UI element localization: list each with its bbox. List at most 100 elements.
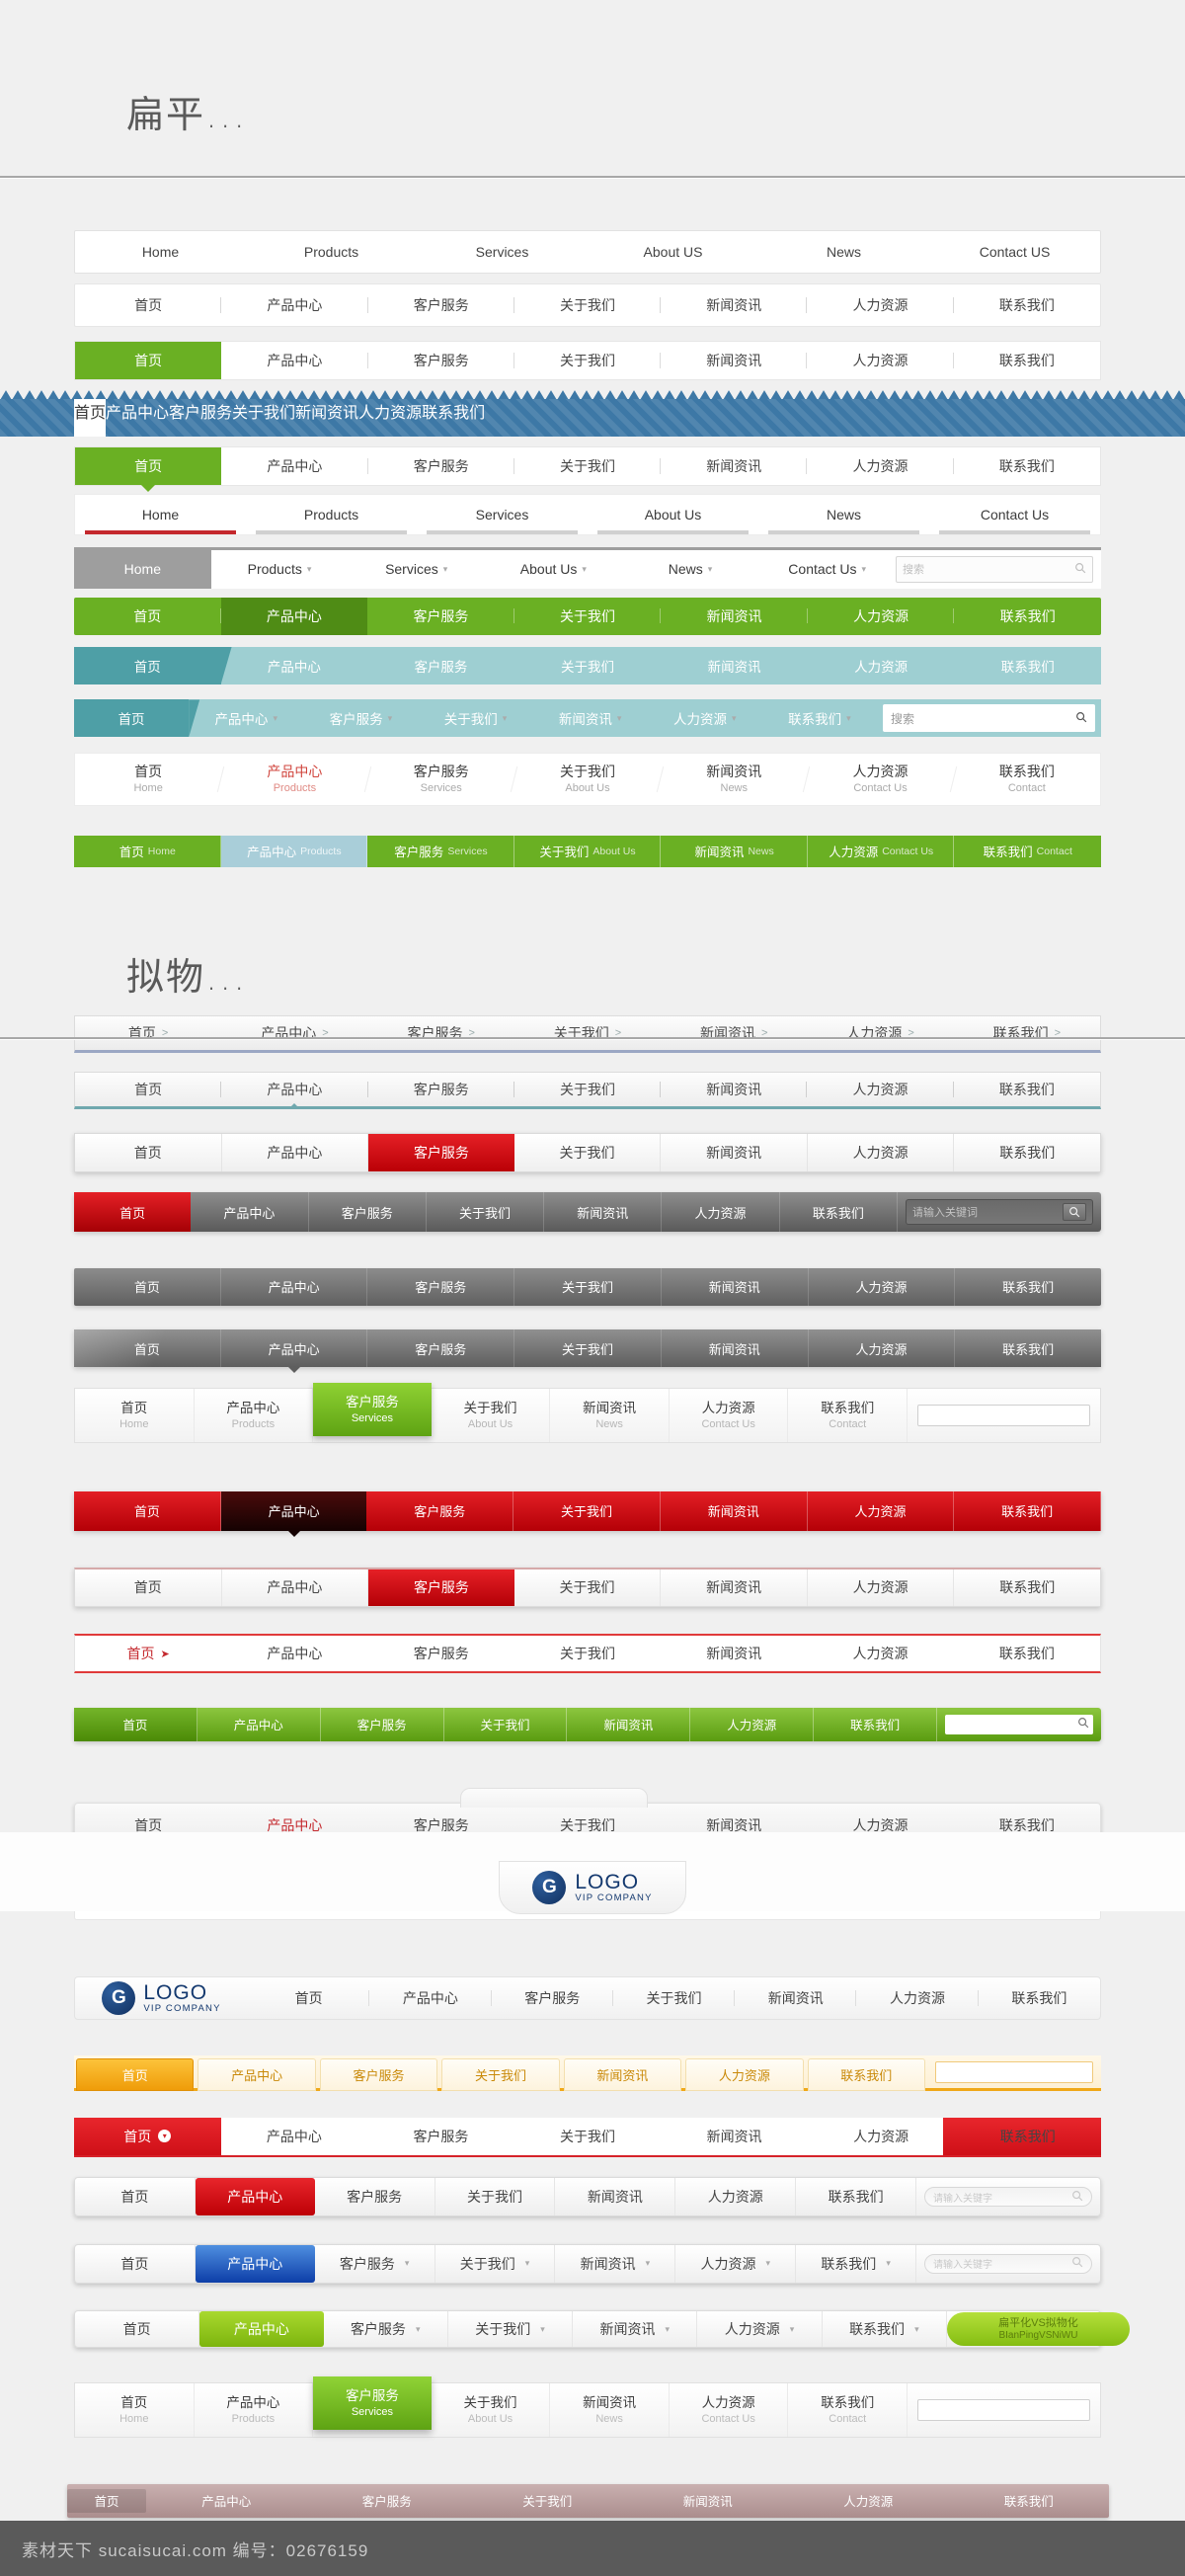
nav-item-4[interactable]: 关于我们	[427, 1192, 545, 1233]
nav-item-7[interactable]: 联系我们	[954, 447, 1100, 485]
nav-item-5[interactable]: 新闻资讯	[567, 1707, 691, 1741]
search-icon[interactable]	[1074, 562, 1086, 577]
nav-item-5[interactable]: 新闻资讯	[295, 399, 358, 437]
nav-item-4[interactable]: 关于我们	[514, 1329, 662, 1368]
nav-item-6[interactable]: 人力资源 Contact Us	[670, 2383, 789, 2438]
nav-item-7[interactable]: 联系我们	[814, 1707, 938, 1741]
nav-item-3[interactable]: 客户服务	[309, 1192, 427, 1233]
nav-item-7[interactable]: 联系我们 Contact	[954, 754, 1100, 805]
search-icon[interactable]	[1077, 1716, 1089, 1733]
nav-item-4[interactable]: 关于我们	[444, 1707, 568, 1741]
nav-item-3[interactable]: 客户服务	[368, 447, 515, 485]
nav-item-2[interactable]: 产品中心	[221, 1267, 368, 1306]
search-box[interactable]: 请输入关键字	[924, 2187, 1093, 2208]
nav-item-1[interactable]: 首页	[74, 1707, 198, 1741]
nav-item-2[interactable]: 产品中心	[220, 1490, 367, 1537]
nav-item-2[interactable]: 产品中心 Products	[195, 1388, 314, 1442]
nav-item-1[interactable]: 首页	[74, 399, 107, 438]
nav-item-2[interactable]: 产品中心	[221, 447, 368, 485]
nav-item-2[interactable]: Products	[246, 231, 417, 273]
search-icon[interactable]	[1075, 711, 1087, 726]
nav-item-6[interactable]: 人力资源	[808, 647, 955, 684]
nav-item-1[interactable]: 首页	[74, 1329, 221, 1368]
nav-item-6[interactable]: 人力资源	[807, 284, 954, 326]
nav-item-6[interactable]: 人力资源 >	[807, 1016, 953, 1050]
nav-item-4[interactable]: 关于我们	[514, 1490, 661, 1531]
nav-item-3[interactable]: 客户服务	[368, 1073, 515, 1106]
nav-item-7[interactable]: 联系我们	[954, 1636, 1100, 1671]
nav-item-1[interactable]: 首页 Home	[75, 1388, 195, 1442]
nav-item-6[interactable]: 人力资源 Contact Us	[670, 1388, 789, 1442]
nav-item-4[interactable]: 关于我们	[232, 399, 295, 437]
nav-item-7[interactable]: 联系我们	[954, 647, 1101, 684]
nav-item-2[interactable]: 产品中心	[198, 1707, 321, 1741]
search-icon[interactable]	[1071, 2190, 1083, 2205]
nav-item-6[interactable]: 人力资源	[808, 2118, 955, 2155]
nav-item-2[interactable]: 产品中心	[191, 1192, 309, 1233]
nav-item-2[interactable]: 产品中心	[146, 2484, 307, 2518]
nav-item-5[interactable]: News	[758, 231, 929, 273]
nav-item-2[interactable]: 产品中心	[221, 1636, 367, 1671]
nav-item-4[interactable]: 关于我们 ▾	[448, 2311, 574, 2348]
nav-item-3[interactable]: 客户服务 Services	[368, 754, 514, 805]
nav-item-1[interactable]: 首页	[75, 447, 222, 493]
nav-item-3[interactable]: 客户服务	[492, 1977, 614, 2019]
nav-item-5[interactable]: 新闻资讯 >	[661, 1016, 807, 1050]
nav-item-6[interactable]: 人力资源	[809, 1329, 956, 1368]
nav-item-1[interactable]: 首页	[75, 1133, 222, 1171]
nav-item-6[interactable]: Contact Us	[929, 495, 1100, 535]
nav-item-6[interactable]: 人力资源	[808, 1490, 955, 1531]
nav-item-1[interactable]: 首页	[74, 1192, 192, 1233]
nav-item-7[interactable]: 联系我们	[949, 2484, 1110, 2518]
nav-item-2[interactable]: 产品中心 Products	[221, 754, 367, 805]
nav-item-7[interactable]: 联系我们	[954, 342, 1100, 379]
nav-item-7[interactable]: 联系我们	[955, 1329, 1101, 1367]
nav-item-5[interactable]: 新闻资讯 News	[550, 2383, 670, 2438]
nav-item-1[interactable]: 首页	[75, 284, 222, 326]
nav-item-2[interactable]: 产品中心	[221, 2118, 368, 2155]
search-input[interactable]	[917, 2399, 1091, 2422]
nav-item-7[interactable]: 联系我们	[954, 1073, 1100, 1106]
nav-item-6[interactable]: 人力资源	[358, 399, 422, 437]
search-input[interactable]: 搜索	[903, 561, 924, 577]
nav-item-2[interactable]: 产品中心	[199, 2311, 324, 2348]
nav-item-4[interactable]: 关于我们	[514, 647, 662, 684]
nav-item-3[interactable]: 客户服务	[368, 284, 515, 326]
nav-item-3[interactable]: 客户服务	[321, 1707, 444, 1741]
nav-item-3[interactable]: 客户服务	[367, 1267, 515, 1306]
nav-item-4[interactable]: 关于我们	[514, 342, 662, 379]
nav-item-1[interactable]: 首页	[75, 1569, 222, 1606]
nav-item-5[interactable]: 新闻资讯	[661, 284, 808, 326]
nav-item-7[interactable]: 联系我们	[979, 1977, 1100, 2019]
nav-item-4[interactable]: 关于我们	[514, 1636, 661, 1671]
nav-item-2[interactable]: 产品中心 Products	[195, 2383, 314, 2438]
nav-item-5[interactable]: 新闻资讯 ▾	[573, 2311, 698, 2348]
nav-item-2[interactable]: 产品中心	[222, 1133, 369, 1171]
nav-item-1[interactable]: 首页 Home	[75, 754, 221, 805]
nav-item-4[interactable]: 关于我们	[514, 1267, 662, 1306]
nav-item-3[interactable]: 客户服务	[367, 1329, 515, 1368]
search-box[interactable]: 搜索	[882, 704, 1095, 733]
nav-item-7[interactable]: 联系我们 ▾	[762, 699, 877, 737]
nav-item-1[interactable]: 首页 >	[75, 1016, 221, 1050]
nav-item-1[interactable]: 首页	[75, 2311, 200, 2348]
nav-item-2[interactable]: 产品中心	[220, 598, 368, 636]
nav-item-6[interactable]: 人力资源	[809, 1267, 956, 1306]
nav-item-6[interactable]: 人力资源 ▾	[648, 699, 762, 737]
nav-item-5[interactable]: 新闻资讯 ▾	[533, 699, 648, 737]
nav-item-4[interactable]: 关于我们	[514, 1133, 662, 1171]
nav-item-3[interactable]: Services	[417, 231, 588, 273]
nav-item-1[interactable]: 首页	[74, 1490, 221, 1531]
nav-item-3[interactable]: 客户服务	[307, 2484, 468, 2518]
nav-item-5[interactable]: 新闻资讯	[661, 1073, 808, 1106]
nav-item-3[interactable]: 客户服务	[367, 647, 514, 684]
nav-item-7[interactable]: 联系我们	[955, 1268, 1101, 1306]
nav-item-4[interactable]: 关于我们 >	[514, 1016, 661, 1050]
search-box[interactable]: 请输入关键词	[905, 1199, 1093, 1226]
nav-item-1[interactable]: 首页 ➤	[75, 1636, 221, 1671]
search-box[interactable]	[945, 1714, 1094, 1734]
nav-item-7[interactable]: 联系我们	[954, 284, 1100, 326]
nav-item-1[interactable]: 首页 Home	[74, 835, 221, 867]
nav-item-7[interactable]: 联系我们	[954, 1134, 1100, 1171]
nav-item-6[interactable]: 人力资源	[807, 342, 954, 379]
